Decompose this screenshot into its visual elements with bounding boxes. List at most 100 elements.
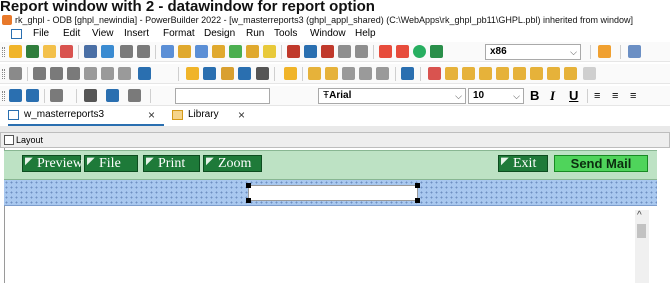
close-icon[interactable]: × bbox=[238, 106, 245, 124]
help-icon[interactable] bbox=[628, 45, 641, 58]
menu-edit[interactable]: Edit bbox=[63, 28, 80, 40]
font-name-select[interactable]: ŦArial ⌵ bbox=[318, 88, 466, 104]
align-dropdown-icon[interactable] bbox=[50, 89, 63, 102]
layout-icon[interactable] bbox=[238, 67, 251, 80]
vertical-scrollbar[interactable]: ^ bbox=[635, 210, 649, 283]
toolbar-grip[interactable] bbox=[2, 69, 5, 79]
style-input[interactable] bbox=[175, 88, 270, 104]
preview-icon[interactable] bbox=[203, 67, 216, 80]
tab-w-masterreports3[interactable]: w_masterreports3 × bbox=[8, 106, 164, 126]
menu-tools[interactable]: Tools bbox=[274, 28, 297, 40]
report-icon[interactable] bbox=[212, 45, 225, 58]
font-tool-icon[interactable] bbox=[120, 45, 133, 58]
pipeline-icon[interactable] bbox=[246, 45, 259, 58]
copy-icon[interactable] bbox=[50, 67, 63, 80]
properties-icon[interactable] bbox=[284, 67, 297, 80]
menu-painter-icon[interactable] bbox=[462, 67, 475, 80]
menu-run[interactable]: Run bbox=[246, 28, 264, 40]
bold-button[interactable]: B bbox=[530, 88, 539, 104]
menu-format[interactable]: Format bbox=[163, 28, 195, 40]
scroll-up-icon[interactable]: ^ bbox=[637, 210, 642, 221]
script-icon[interactable] bbox=[308, 67, 321, 80]
edit-icon[interactable] bbox=[263, 45, 276, 58]
database-icon[interactable] bbox=[287, 45, 300, 58]
toolbar-grip[interactable] bbox=[2, 91, 5, 101]
menu-window[interactable]: Window bbox=[310, 28, 346, 40]
window-painter-icon[interactable] bbox=[445, 67, 458, 80]
db-painter-icon[interactable] bbox=[338, 45, 351, 58]
open-icon[interactable] bbox=[43, 45, 56, 58]
resize-handle[interactable] bbox=[415, 198, 420, 203]
sql-icon[interactable] bbox=[428, 67, 441, 80]
print-button[interactable]: ◤ Print bbox=[143, 155, 200, 172]
find-next-icon[interactable] bbox=[359, 67, 372, 80]
align-left-button[interactable]: ≡ bbox=[594, 88, 600, 104]
datawindow-object-icon[interactable] bbox=[564, 67, 577, 80]
browse-icon[interactable] bbox=[583, 67, 596, 80]
font-size-select[interactable]: 10 ⌵ bbox=[468, 88, 524, 104]
delete-icon[interactable] bbox=[256, 67, 269, 80]
toolbar-grip[interactable] bbox=[2, 47, 5, 57]
control-dropdown-icon[interactable] bbox=[138, 67, 151, 80]
replace-icon[interactable] bbox=[376, 67, 389, 80]
border-3d-icon[interactable] bbox=[26, 89, 39, 102]
text-color-icon[interactable] bbox=[106, 89, 119, 102]
project-icon[interactable] bbox=[547, 67, 560, 80]
align-right-button[interactable]: ≡ bbox=[630, 88, 636, 104]
scrollbar-thumb[interactable] bbox=[637, 224, 646, 238]
border-style-icon[interactable] bbox=[9, 89, 22, 102]
function-icon[interactable] bbox=[479, 67, 492, 80]
file-button[interactable]: ◤ File bbox=[84, 155, 138, 172]
browser-icon[interactable] bbox=[355, 45, 368, 58]
tab-library[interactable]: Library × bbox=[172, 106, 258, 126]
db-profile-icon[interactable] bbox=[321, 45, 334, 58]
close-icon[interactable]: × bbox=[148, 106, 155, 124]
query-icon[interactable] bbox=[229, 45, 242, 58]
resize-handle[interactable] bbox=[246, 183, 251, 188]
run-icon[interactable] bbox=[413, 45, 426, 58]
align-center-button[interactable]: ≡ bbox=[612, 88, 618, 104]
save-icon[interactable] bbox=[9, 67, 22, 80]
menu-insert[interactable]: Insert bbox=[124, 28, 149, 40]
send-mail-button[interactable]: Send Mail bbox=[554, 155, 648, 172]
exit-button[interactable]: ◤ Exit bbox=[498, 155, 548, 172]
menu-design[interactable]: Design bbox=[204, 28, 235, 40]
datawindow-icon[interactable] bbox=[195, 45, 208, 58]
paste-icon[interactable] bbox=[67, 67, 80, 80]
script-list-icon[interactable] bbox=[325, 67, 338, 80]
monitor-icon[interactable] bbox=[304, 45, 317, 58]
underline-button[interactable]: U bbox=[569, 88, 578, 104]
folder-icon[interactable] bbox=[178, 45, 191, 58]
undo-icon[interactable] bbox=[84, 67, 97, 80]
tab-order-icon[interactable] bbox=[186, 67, 199, 80]
find-icon[interactable] bbox=[342, 67, 355, 80]
align-icon[interactable] bbox=[221, 67, 234, 80]
window-menu-icon[interactable] bbox=[11, 29, 22, 39]
deploy-icon[interactable] bbox=[101, 45, 114, 58]
zoom-button[interactable]: ◤ Zoom bbox=[203, 155, 262, 172]
structure-icon[interactable] bbox=[496, 67, 509, 80]
deploy-all-icon[interactable] bbox=[396, 45, 409, 58]
border-dropdown-icon[interactable] bbox=[128, 89, 141, 102]
menu-file[interactable]: File bbox=[33, 28, 49, 40]
user-object-icon[interactable] bbox=[513, 67, 526, 80]
resize-handle[interactable] bbox=[246, 198, 251, 203]
italic-button[interactable]: I bbox=[550, 88, 555, 104]
clear-icon[interactable] bbox=[118, 67, 131, 80]
run-window-icon[interactable] bbox=[60, 45, 73, 58]
debug-icon[interactable] bbox=[430, 45, 443, 58]
resize-handle[interactable] bbox=[415, 183, 420, 188]
build-icon[interactable] bbox=[379, 45, 392, 58]
selected-datawindow-control[interactable] bbox=[248, 185, 418, 201]
preview-button[interactable]: ◤ Preview bbox=[22, 155, 83, 172]
menu-help[interactable]: Help bbox=[355, 28, 376, 40]
list-icon[interactable] bbox=[161, 45, 174, 58]
redo-icon[interactable] bbox=[101, 67, 114, 80]
new-icon[interactable] bbox=[9, 45, 22, 58]
inherit-icon[interactable] bbox=[26, 45, 39, 58]
exit-pb-icon[interactable] bbox=[598, 45, 611, 58]
platform-select[interactable]: x86 ⌵ bbox=[485, 44, 581, 60]
application-icon[interactable] bbox=[530, 67, 543, 80]
menu-view[interactable]: View bbox=[92, 28, 114, 40]
library-icon[interactable] bbox=[84, 45, 97, 58]
